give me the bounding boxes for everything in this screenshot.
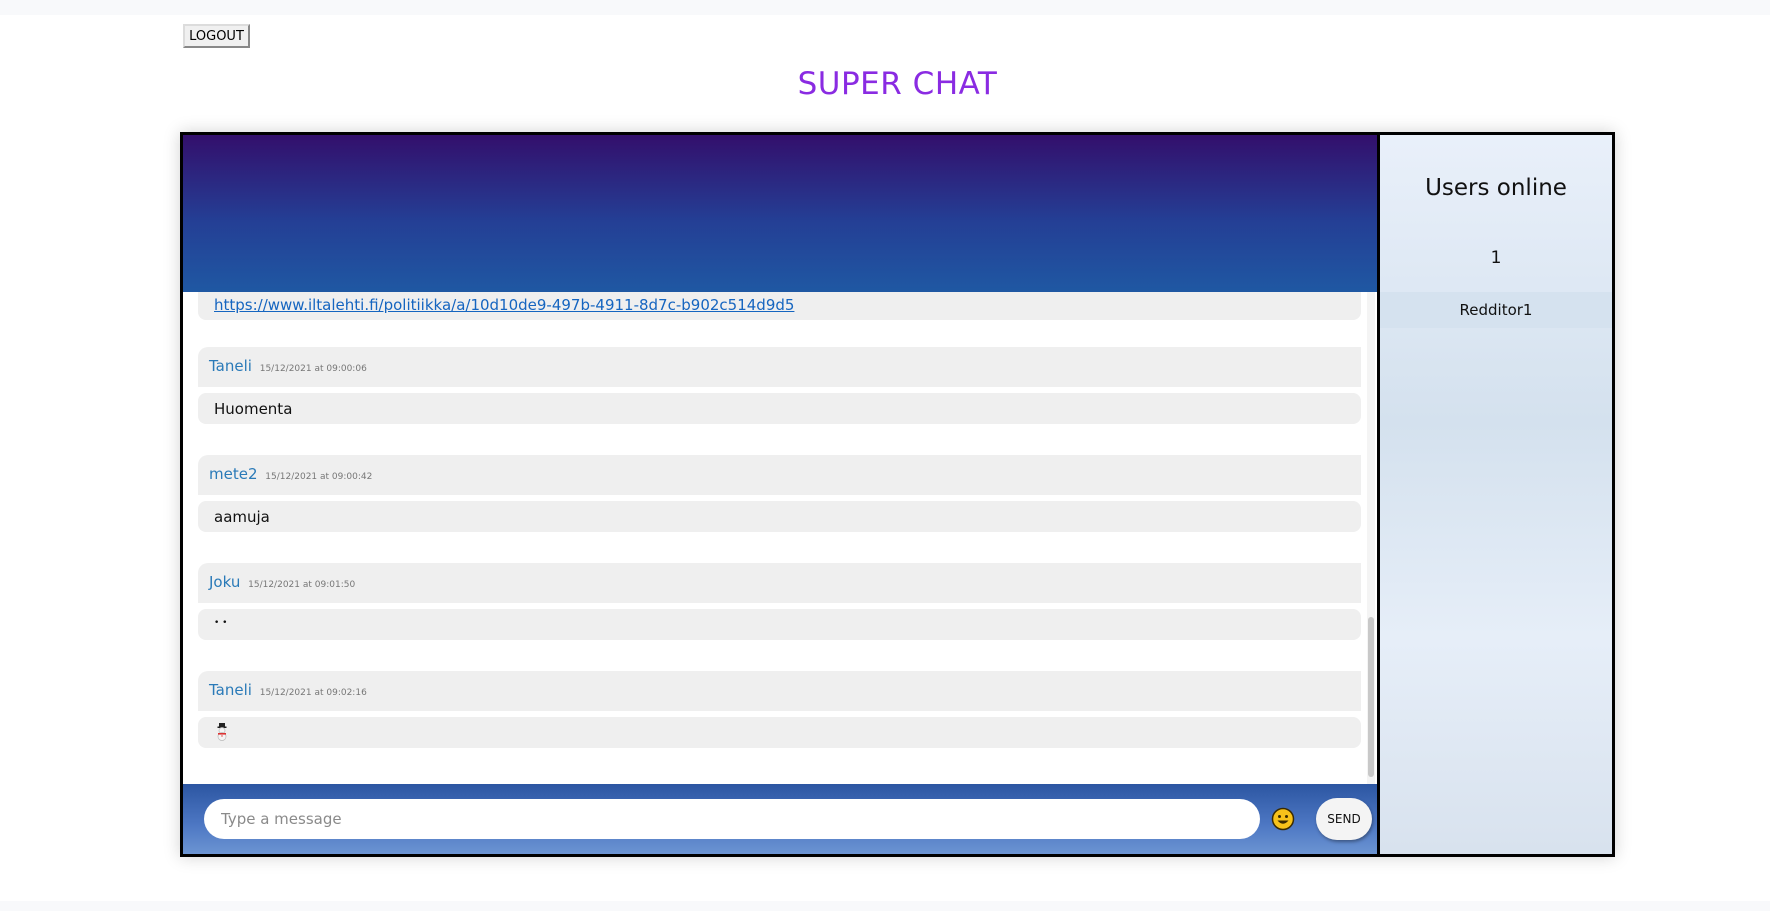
message-body: • • [198, 609, 1361, 640]
message-timestamp: 15/12/2021 at 09:02:16 [259, 688, 367, 698]
message-body: https://www.iltalehti.fi/politiikka/a/10… [198, 292, 1361, 320]
message-timestamp: 15/12/2021 at 09:00:06 [259, 364, 367, 374]
chat-header-banner [183, 135, 1377, 292]
chat-window: https://www.iltalehti.fi/politiikka/a/10… [180, 132, 1615, 857]
message-timestamp: 15/12/2021 at 09:00:42 [265, 472, 373, 482]
message-body [198, 717, 1361, 748]
users-online-count: 1 [1490, 248, 1502, 268]
page-title: SUPER CHAT [797, 66, 998, 102]
logout-button[interactable]: LOGOUT [183, 24, 250, 48]
message-body: aamuja [198, 501, 1361, 532]
snowman-icon [217, 722, 227, 741]
message-author[interactable]: Joku [209, 573, 240, 591]
message-meta: Joku 15/12/2021 at 09:01:50 [198, 563, 1361, 603]
message-meta: mete2 15/12/2021 at 09:00:42 [198, 455, 1361, 495]
message-input[interactable] [204, 799, 1260, 839]
message-meta: Taneli 15/12/2021 at 09:02:16 [198, 671, 1361, 711]
chat-main-panel: https://www.iltalehti.fi/politiikka/a/10… [183, 135, 1377, 854]
bottom-bar [0, 901, 1770, 911]
composer-bar: SEND [183, 784, 1377, 854]
top-bar [0, 0, 1770, 15]
users-sidebar: Users online 1 Redditor1 [1377, 135, 1612, 854]
message-link[interactable]: https://www.iltalehti.fi/politiikka/a/10… [214, 296, 794, 314]
message-author[interactable]: Taneli [209, 357, 252, 375]
message-timestamp: 15/12/2021 at 09:01:50 [248, 580, 356, 590]
message-scrollbar-thumb[interactable] [1368, 617, 1374, 777]
message-list[interactable]: https://www.iltalehti.fi/politiikka/a/10… [183, 292, 1377, 784]
send-button[interactable]: SEND [1316, 798, 1372, 840]
message-author[interactable]: mete2 [209, 465, 258, 483]
message-author[interactable]: Taneli [209, 681, 252, 699]
users-online-title: Users online [1425, 175, 1567, 201]
emoji-button[interactable] [1271, 807, 1295, 831]
message-body: Huomenta [198, 393, 1361, 424]
message-meta: Taneli 15/12/2021 at 09:00:06 [198, 347, 1361, 387]
smiley-icon [1271, 807, 1295, 831]
user-item[interactable]: Redditor1 [1380, 292, 1612, 328]
